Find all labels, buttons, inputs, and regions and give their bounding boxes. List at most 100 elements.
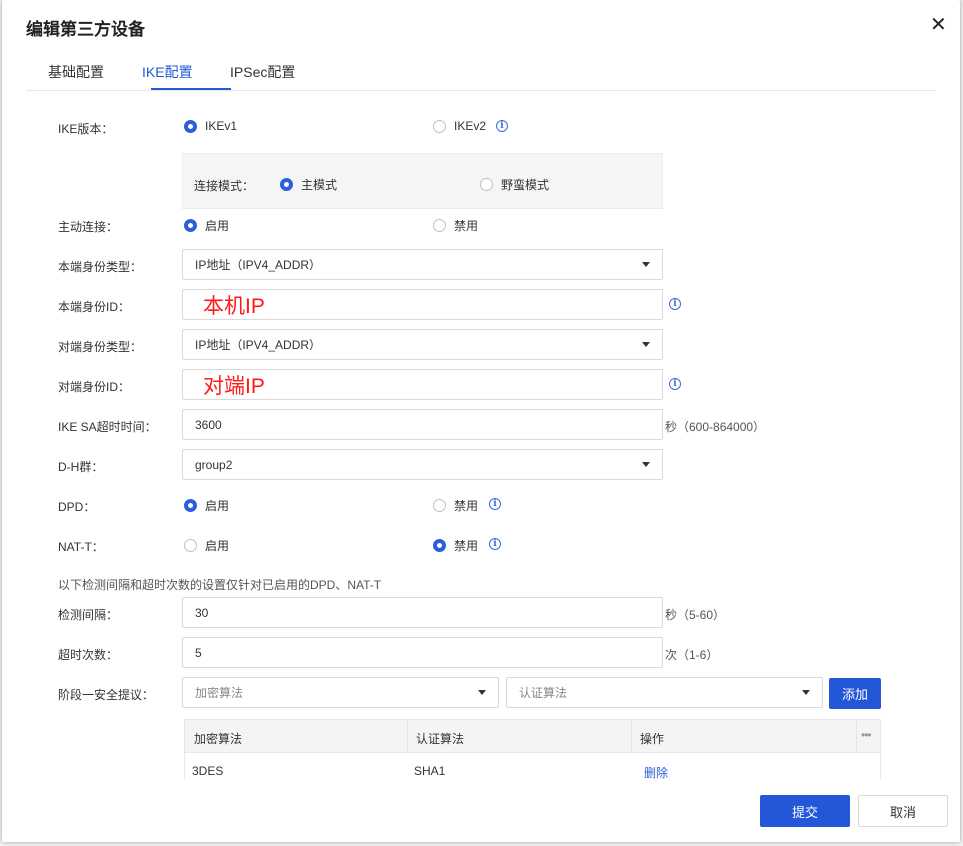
phase1-label: 阶段一安全提议：: [58, 688, 155, 702]
radio-unchecked-icon: [480, 178, 493, 191]
aggressive-mode-radio[interactable]: 野蛮模式: [480, 176, 549, 193]
dpd-enable-radio[interactable]: 启用: [184, 497, 229, 514]
info-icon[interactable]: i: [669, 378, 681, 390]
main-mode-label: 主模式: [301, 178, 338, 192]
nat-t-disable-radio[interactable]: 禁用: [433, 537, 478, 554]
connect-mode-panel: [182, 153, 663, 209]
peer-id-label: 对端身份ID：: [58, 380, 131, 394]
header-auth: 认证算法: [416, 732, 465, 746]
radio-unchecked-icon: [433, 119, 446, 133]
close-icon[interactable]: ✕: [930, 14, 947, 36]
aggressive-mode-label: 野蛮模式: [501, 178, 550, 192]
tab-basic-config[interactable]: 基础配置: [48, 62, 104, 82]
info-icon[interactable]: i: [496, 120, 508, 132]
cancel-button[interactable]: 取消: [858, 795, 948, 827]
active-connect-disable-radio[interactable]: 禁用: [433, 217, 478, 234]
active-connect-label: 主动连接：: [58, 220, 119, 234]
caret-down-icon: [642, 342, 650, 347]
radio-checked-icon: [280, 178, 293, 191]
peer-id-input[interactable]: 对端IP: [182, 369, 663, 400]
encryption-algorithm-select[interactable]: 加密算法: [182, 677, 499, 708]
proposal-table: 加密算法 认证算法 操作 ••• 3DES SHA1 删除: [184, 719, 881, 779]
active-connect-enable-label: 启用: [205, 219, 230, 233]
interval-value: 30: [195, 605, 209, 620]
peer-id-type-label: 对端身份类型：: [58, 340, 143, 354]
nat-t-disable-label: 禁用: [454, 539, 479, 553]
ike-version-v1-label: IKEv1: [205, 119, 238, 133]
table-header: 加密算法 认证算法 操作 •••: [185, 720, 880, 753]
active-connect-disable-label: 禁用: [454, 219, 479, 233]
timeout-count-value: 5: [195, 645, 202, 660]
timeout-count-label: 超时次数：: [58, 648, 119, 662]
nat-t-label: NAT-T：: [58, 540, 104, 554]
interval-input[interactable]: 30: [182, 597, 663, 628]
auth-algorithm-select[interactable]: 认证算法: [506, 677, 823, 708]
more-icon[interactable]: •••: [861, 728, 872, 742]
caret-down-icon: [642, 262, 650, 267]
tab-ike-config[interactable]: IKE配置: [142, 62, 193, 82]
nat-t-enable-label: 启用: [205, 539, 230, 553]
ike-version-v2-label: IKEv2: [454, 119, 487, 133]
ike-version-v2-radio[interactable]: IKEv2: [433, 119, 486, 133]
dpd-disable-label: 禁用: [454, 499, 479, 513]
row-encryption: 3DES: [192, 764, 224, 778]
radio-unchecked-icon: [184, 539, 197, 552]
local-id-type-value: IP地址（IPV4_ADDR）: [195, 258, 322, 272]
ike-version-v1-radio[interactable]: IKEv1: [184, 119, 237, 133]
local-id-type-label: 本端身份类型：: [58, 260, 143, 274]
column-divider: [856, 720, 857, 753]
peer-id-value: 对端IP: [203, 374, 265, 398]
tab-bar: 基础配置 IKE配置 IPSec配置: [26, 56, 936, 91]
main-mode-radio[interactable]: 主模式: [280, 176, 337, 193]
interval-label: 检测间隔：: [58, 608, 119, 622]
add-proposal-button[interactable]: 添加: [829, 678, 881, 709]
sa-timeout-label: IKE SA超时时间：: [58, 420, 157, 434]
dh-group-label: D-H群：: [58, 460, 104, 474]
radio-checked-icon: [433, 539, 446, 552]
radio-checked-icon: [184, 219, 197, 232]
local-id-value: 本机IP: [203, 294, 265, 318]
timeout-count-unit: 次（1-6）: [665, 648, 719, 662]
dpd-enable-label: 启用: [205, 499, 230, 513]
caret-down-icon: [802, 690, 810, 695]
dpd-disable-radio[interactable]: 禁用: [433, 497, 478, 514]
active-tab-indicator: [151, 88, 231, 90]
header-encryption: 加密算法: [194, 732, 243, 746]
dh-group-value: group2: [195, 457, 233, 472]
dh-group-select[interactable]: group2: [182, 449, 663, 480]
tab-ipsec-config[interactable]: IPSec配置: [230, 62, 295, 82]
radio-checked-icon: [184, 119, 197, 133]
timeout-count-input[interactable]: 5: [182, 637, 663, 668]
info-icon[interactable]: i: [489, 538, 501, 550]
encryption-algorithm-placeholder: 加密算法: [195, 686, 244, 700]
sa-timeout-input[interactable]: 3600: [182, 409, 663, 440]
local-id-type-select[interactable]: IP地址（IPV4_ADDR）: [182, 249, 663, 280]
radio-checked-icon: [184, 499, 197, 512]
peer-id-type-select[interactable]: IP地址（IPV4_ADDR）: [182, 329, 663, 360]
dpd-label: DPD：: [58, 500, 96, 514]
auth-algorithm-placeholder: 认证算法: [519, 686, 568, 700]
row-auth: SHA1: [414, 764, 446, 778]
local-id-input[interactable]: 本机IP: [182, 289, 663, 320]
info-icon[interactable]: i: [489, 498, 501, 510]
delete-link[interactable]: 删除: [644, 764, 668, 779]
dialog-title: 编辑第三方设备: [26, 20, 145, 39]
dpd-nat-note: 以下检测间隔和超时次数的设置仅针对已启用的DPD、NAT-T: [58, 578, 382, 592]
caret-down-icon: [642, 462, 650, 467]
interval-unit: 秒（5-60）: [665, 608, 726, 622]
column-divider: [631, 720, 632, 753]
radio-unchecked-icon: [433, 219, 446, 232]
submit-button[interactable]: 提交: [760, 795, 850, 827]
info-icon[interactable]: i: [669, 298, 681, 310]
nat-t-enable-radio[interactable]: 启用: [184, 537, 229, 554]
local-id-label: 本端身份ID：: [58, 300, 131, 314]
active-connect-enable-radio[interactable]: 启用: [184, 217, 229, 234]
header-action: 操作: [640, 732, 665, 746]
caret-down-icon: [478, 690, 486, 695]
ike-version-label: IKE版本：: [58, 122, 114, 136]
sa-timeout-unit: 秒（600-864000）: [665, 420, 766, 434]
sa-timeout-value: 3600: [195, 417, 222, 432]
column-divider: [407, 720, 408, 753]
edit-device-dialog: 编辑第三方设备 ✕ 基础配置 IKE配置 IPSec配置 IKE版本： IKEv…: [2, 0, 960, 842]
radio-unchecked-icon: [433, 499, 446, 512]
